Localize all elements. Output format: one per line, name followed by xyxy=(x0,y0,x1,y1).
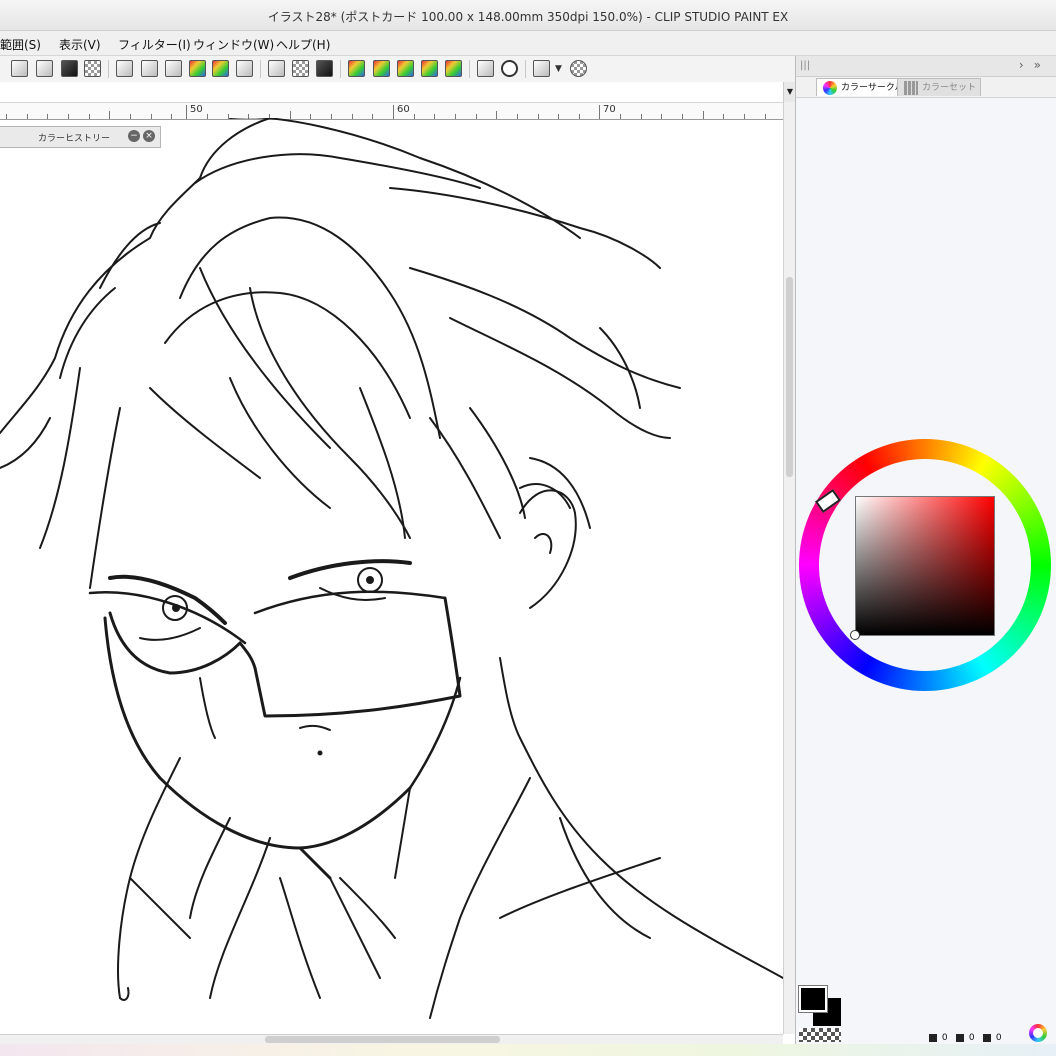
film-icon[interactable] xyxy=(445,60,462,77)
arrow-icon[interactable] xyxy=(316,60,333,77)
color-history-panel[interactable]: カラーヒストリー − × xyxy=(0,126,161,148)
layer-icon[interactable] xyxy=(141,60,158,77)
dots-icon[interactable] xyxy=(570,60,587,77)
hue-readout: 0 xyxy=(929,1033,948,1043)
minimize-icon[interactable]: − xyxy=(128,130,140,142)
color-set-icon xyxy=(904,81,918,95)
text-tool-icon[interactable] xyxy=(189,60,206,77)
brush-icon[interactable] xyxy=(268,60,285,77)
color-grid-icon[interactable] xyxy=(397,60,414,77)
menu-window[interactable]: ウィンドウ(W) xyxy=(193,36,274,53)
sv-marker[interactable] xyxy=(850,630,860,640)
saturation-readout: 0 xyxy=(956,1033,975,1043)
saturation-value: 0 xyxy=(968,1033,975,1043)
toolbar-separator xyxy=(525,60,526,78)
swatch-icon[interactable] xyxy=(373,60,390,77)
panel-header: ||| ›» xyxy=(796,56,1056,77)
window-title: イラスト28* (ポストカード 100.00 x 148.00mm 350dpi… xyxy=(267,10,789,24)
saturation-value-square[interactable] xyxy=(855,496,995,636)
title-bar: イラスト28* (ポストカード 100.00 x 148.00mm 350dpi… xyxy=(0,0,1056,31)
value-readout: 0 xyxy=(983,1033,1002,1043)
hue-value: 0 xyxy=(941,1033,948,1043)
h-icon xyxy=(929,1033,937,1042)
v-icon xyxy=(983,1033,991,1042)
tab-label: カラーセット xyxy=(922,83,977,93)
transform-icon[interactable] xyxy=(11,60,28,77)
value-value: 0 xyxy=(995,1033,1002,1043)
search-icon[interactable] xyxy=(501,60,518,77)
taskbar-strip xyxy=(0,1044,1056,1056)
ruler-label: 60 xyxy=(397,104,410,115)
layer-stack-icon[interactable] xyxy=(421,60,438,77)
chevron-down-icon[interactable]: ▼ xyxy=(555,64,562,74)
checker-icon[interactable] xyxy=(292,60,309,77)
tab-label: カラーサークル xyxy=(841,83,904,93)
dotted-select-icon[interactable] xyxy=(84,60,101,77)
menu-help[interactable]: ヘルプ(H) xyxy=(276,36,330,53)
toolbar-separator xyxy=(340,60,341,78)
tab-color-set[interactable]: カラーセット xyxy=(897,78,982,96)
crop-icon[interactable] xyxy=(165,60,182,77)
color-mode-icon[interactable] xyxy=(1029,1024,1047,1042)
menu-view[interactable]: 表示(V) xyxy=(59,36,101,53)
camera-icon[interactable] xyxy=(477,60,494,77)
select-icon[interactable] xyxy=(36,60,53,77)
sketch-drawing xyxy=(0,118,783,1019)
command-bar: ▼ xyxy=(0,56,795,83)
menu-filter[interactable]: フィルター(I) xyxy=(118,36,191,53)
main-color-swatch[interactable] xyxy=(798,985,828,1013)
close-icon[interactable]: × xyxy=(143,130,155,142)
ruler-label: 70 xyxy=(603,104,616,115)
grip-icon[interactable]: ||| xyxy=(800,60,810,71)
gradient-icon[interactable] xyxy=(236,60,253,77)
list-icon[interactable] xyxy=(348,60,365,77)
menu-bar: 範囲(S) 表示(V) フィルター(I) ウィンドウ(W) ヘルプ(H) xyxy=(0,31,1056,56)
tab-color-circle[interactable]: カラーサークル xyxy=(816,78,909,96)
s-icon xyxy=(956,1033,964,1042)
color-wheel-icon xyxy=(823,81,837,95)
panel-tabs: カラーサークル カラーセット xyxy=(796,77,1056,97)
toolbar-separator xyxy=(260,60,261,78)
ruler-label: 50 xyxy=(190,104,203,115)
right-panel: ||| ›» カラーサークル カラーセット 0 0 0 xyxy=(795,56,1056,1045)
fill-icon[interactable] xyxy=(116,60,133,77)
adjust-icon[interactable] xyxy=(212,60,229,77)
menu-selection[interactable]: 範囲(S) xyxy=(0,36,41,53)
pen-tool-icon[interactable] xyxy=(61,60,78,77)
monitor-icon[interactable] xyxy=(533,60,550,77)
chevron-right-icon[interactable]: ›» xyxy=(1019,58,1051,72)
color-circle-panel: 0 0 0 xyxy=(796,97,1056,1045)
toolbar-separator xyxy=(469,60,470,78)
toolbar-separator xyxy=(108,60,109,78)
color-history-title: カラーヒストリー xyxy=(38,134,111,144)
transparent-color-swatch[interactable] xyxy=(799,1028,841,1042)
canvas-area[interactable]: ▼ 50 60 70 カラーヒストリー − × xyxy=(0,82,796,1045)
